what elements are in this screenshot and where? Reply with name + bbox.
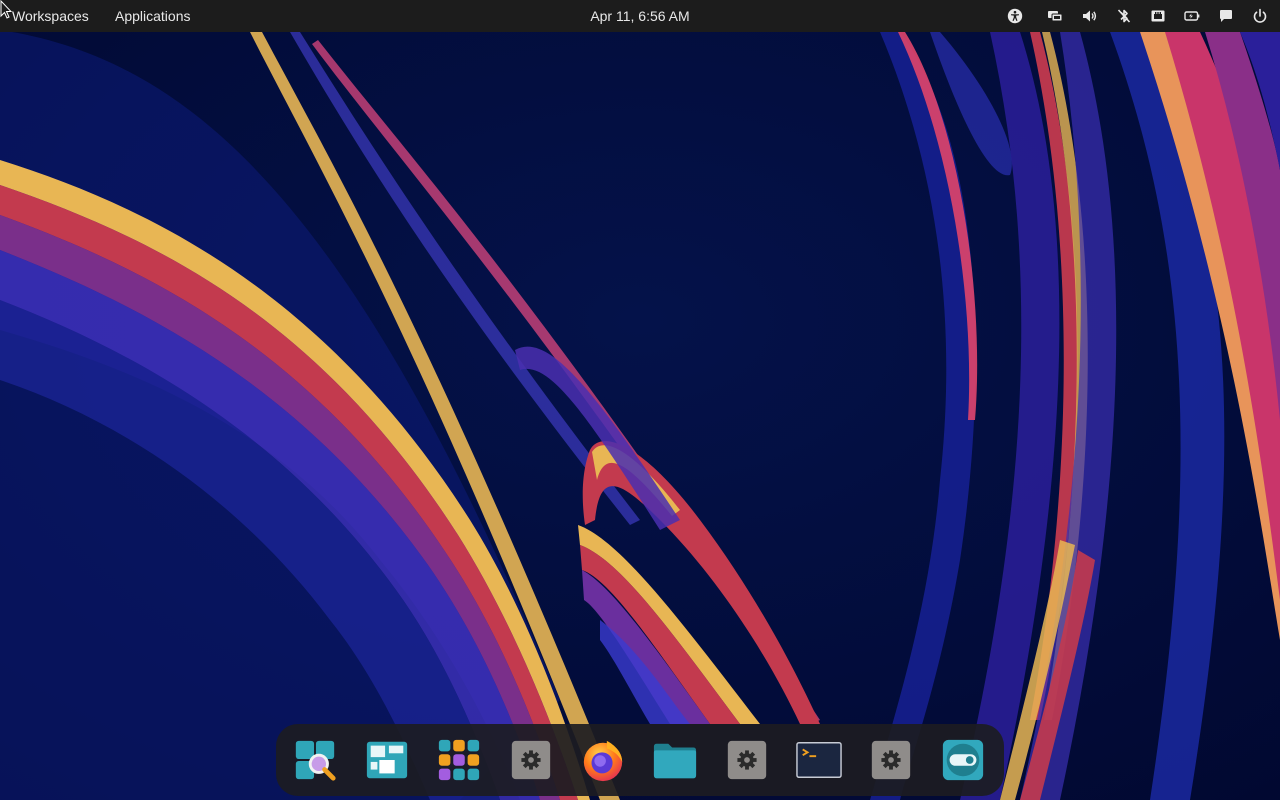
desktop[interactable]: Workspaces Applications Apr 11, 6:56 AM bbox=[0, 0, 1280, 800]
accessibility-icon[interactable] bbox=[1005, 6, 1025, 26]
dock bbox=[276, 724, 1004, 796]
workspaces-button[interactable]: Workspaces bbox=[12, 0, 89, 32]
power-icon[interactable] bbox=[1250, 6, 1270, 26]
toggle-settings-app-icon[interactable] bbox=[939, 736, 987, 784]
desktop-wallpaper bbox=[0, 0, 1280, 800]
settings-app-icon[interactable] bbox=[867, 736, 915, 784]
network-wired-icon[interactable] bbox=[1148, 6, 1168, 26]
display-icon[interactable] bbox=[1045, 6, 1065, 26]
bluetooth-off-icon[interactable] bbox=[1114, 6, 1134, 26]
clock-label[interactable]: Apr 11, 6:56 AM bbox=[590, 8, 689, 24]
app-grid-icon[interactable] bbox=[435, 736, 483, 784]
workspaces-app-icon[interactable] bbox=[363, 736, 411, 784]
battery-icon[interactable] bbox=[1182, 6, 1202, 26]
firefox-icon[interactable] bbox=[579, 736, 627, 784]
terminal-icon[interactable] bbox=[795, 736, 843, 784]
settings-app-icon[interactable] bbox=[507, 736, 555, 784]
files-folder-icon[interactable] bbox=[651, 736, 699, 784]
applications-button[interactable]: Applications bbox=[115, 0, 191, 32]
mouse-pointer-icon bbox=[0, 0, 12, 19]
notifications-icon[interactable] bbox=[1216, 6, 1236, 26]
volume-icon[interactable] bbox=[1080, 6, 1100, 26]
search-app-icon[interactable] bbox=[291, 736, 339, 784]
settings-app-icon[interactable] bbox=[723, 736, 771, 784]
top-panel: Workspaces Applications Apr 11, 6:56 AM bbox=[0, 0, 1280, 32]
